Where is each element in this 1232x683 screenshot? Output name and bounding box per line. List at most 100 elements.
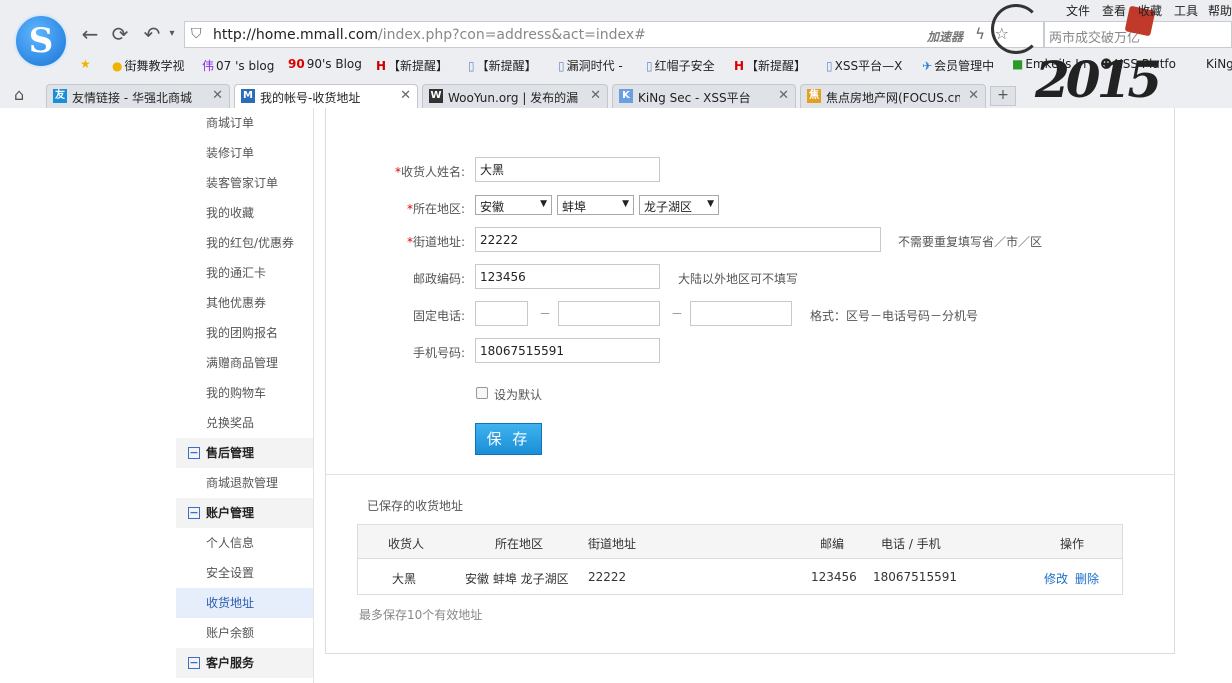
tab-favicon-icon: K: [619, 89, 633, 103]
street-label: *街道地址:: [406, 235, 465, 249]
mobile-input[interactable]: [475, 338, 660, 363]
extension-input[interactable]: [690, 301, 792, 326]
sidebar-item-other-coupons[interactable]: 其他优惠券: [176, 288, 313, 318]
phone-dash: －: [539, 307, 552, 321]
table-header: 收货人 所在地区 街道地址 邮编 电话 / 手机 操作: [358, 525, 1122, 559]
menu-favorites[interactable]: 收藏: [1138, 2, 1162, 19]
tab-close-icon[interactable]: ✕: [778, 88, 789, 103]
tab-strip: ⌂ 友 友情链接 - 华强北商城 ✕ M 我的帐号-收货地址 ✕ W WooYu…: [0, 82, 1232, 108]
sidebar-group-after-sales[interactable]: − 售后管理: [176, 438, 313, 468]
district-select[interactable]: 龙子湖区 ▼: [639, 195, 719, 215]
bookmark-item[interactable]: ▯ XSS平台—X: [826, 57, 902, 74]
bookmark-item[interactable]: ▯ 【新提醒】: [468, 57, 537, 74]
undo-dropdown-icon[interactable]: ▾: [160, 28, 184, 39]
tab-close-icon[interactable]: ✕: [400, 88, 411, 103]
street-input[interactable]: [475, 227, 881, 252]
default-checkbox[interactable]: [476, 387, 488, 399]
edit-link[interactable]: 修改: [1044, 570, 1068, 587]
city-select[interactable]: 蚌埠 ▼: [557, 195, 634, 215]
sidebar-item-butler-orders[interactable]: 装客管家订单: [176, 168, 313, 198]
tab-my-account-address[interactable]: M 我的帐号-收货地址 ✕: [234, 84, 418, 108]
home-icon[interactable]: ⌂: [14, 85, 24, 104]
menu-tools[interactable]: 工具: [1174, 2, 1198, 19]
form-row-phone: 固定电话: － － 格式：区号－电话号码－分机号: [326, 301, 1176, 327]
sidebar-item-coupons[interactable]: 我的红包/优惠券: [176, 228, 313, 258]
area-code-input[interactable]: [475, 301, 528, 326]
phone-number-input[interactable]: [558, 301, 660, 326]
sidebar-item-gift-products[interactable]: 满赠商品管理: [176, 348, 313, 378]
back-icon[interactable]: ←: [78, 22, 102, 46]
sidebar-item-tonghui-card[interactable]: 我的通汇卡: [176, 258, 313, 288]
tab-title: 焦点房地产网(FOCUS.cn: [826, 91, 960, 105]
tab-close-icon[interactable]: ✕: [212, 88, 223, 103]
bookmark-item[interactable]: 90 90's Blog: [288, 57, 362, 71]
zip-input[interactable]: [475, 264, 660, 289]
sidebar-group-label: 售后管理: [206, 446, 255, 460]
sidebar-group-service[interactable]: − 客户服务: [176, 648, 313, 678]
bookmark-item[interactable]: ☻ XSS Platfo: [1100, 57, 1176, 71]
tab-close-icon[interactable]: ✕: [590, 88, 601, 103]
bookmark-item[interactable]: ● 街舞教学视: [112, 57, 185, 74]
tab-favicon-icon: M: [241, 89, 255, 103]
accelerator-label[interactable]: 加速器: [927, 28, 963, 45]
bookmark-item[interactable]: ✈ 会员管理中: [922, 57, 994, 74]
collapse-icon[interactable]: −: [188, 447, 200, 459]
header-region: 所在地区: [495, 537, 544, 551]
bookmark-item[interactable]: ▯ 漏洞时代 -: [558, 57, 623, 74]
tab-friend-links[interactable]: 友 友情链接 - 华强北商城 ✕: [46, 84, 230, 108]
form-row-street: *街道地址: 不需要重复填写省／市／区: [326, 227, 1176, 253]
sidebar-item-mall-orders[interactable]: 商城订单: [176, 108, 313, 138]
sidebar-item-balance[interactable]: 账户余额: [176, 618, 313, 648]
tab-focus[interactable]: 焦 焦点房地产网(FOCUS.cn ✕: [800, 84, 986, 108]
sidebar-item-decoration-orders[interactable]: 装修订单: [176, 138, 313, 168]
collapse-icon[interactable]: −: [188, 657, 200, 669]
tab-title: WooYun.org | 发布的漏: [448, 91, 579, 105]
address-url[interactable]: http://home.mmall.com/index.php?con=addr…: [213, 27, 646, 43]
tab-close-icon[interactable]: ✕: [968, 88, 979, 103]
row-phone: 18067515591: [873, 570, 957, 584]
sidebar-item-security[interactable]: 安全设置: [176, 558, 313, 588]
menu-file[interactable]: 文件: [1066, 2, 1090, 19]
delete-link[interactable]: 删除: [1075, 570, 1099, 587]
form-row-mobile: 手机号码:: [326, 338, 1176, 364]
tab-favicon-icon: 友: [53, 89, 67, 103]
sidebar-group-account[interactable]: − 账户管理: [176, 498, 313, 528]
save-button[interactable]: 保 存: [475, 423, 542, 455]
sidebar-item-address[interactable]: 收货地址: [176, 588, 313, 618]
province-select[interactable]: 安徽 ▼: [475, 195, 552, 215]
bolt-icon[interactable]: ϟ: [975, 25, 985, 43]
sidebar-item-redeem[interactable]: 兑换奖品: [176, 408, 313, 438]
bookmark-item[interactable]: H 【新提醒】: [734, 57, 806, 74]
bookmark-item[interactable]: H 【新提醒】: [376, 57, 448, 74]
browser-chrome: S ← ⟳ ↶ ▾ ⛉ http://home.mmall.com/index.…: [0, 0, 1232, 109]
divider: [326, 474, 1174, 475]
bookmark-item[interactable]: ▯ 红帽子安全: [646, 57, 715, 74]
address-panel: *收货人姓名: *所在地区: 安徽 ▼ 蚌埠 ▼ 龙子湖区 ▼ *街道地址: 不需要重…: [325, 108, 1175, 654]
tab-wooyun[interactable]: W WooYun.org | 发布的漏 ✕: [422, 84, 608, 108]
chevron-down-icon: ▼: [622, 199, 629, 209]
refresh-icon[interactable]: ⟳: [108, 22, 132, 46]
bookmark-item[interactable]: 伟 07 's blog: [202, 57, 274, 74]
name-input[interactable]: [475, 157, 660, 182]
sidebar-item-refunds[interactable]: 商城退款管理: [176, 468, 313, 498]
sidebar-item-favorites[interactable]: 我的收藏: [176, 198, 313, 228]
default-checkbox-label[interactable]: 设为默认: [494, 386, 542, 403]
sidebar-item-profile[interactable]: 个人信息: [176, 528, 313, 558]
bookmark-item[interactable]: KiNg: [1206, 57, 1232, 71]
sidebar-group-label: 客户服务: [206, 656, 255, 670]
tab-king-sec[interactable]: K KiNg Sec - XSS平台 ✕: [612, 84, 796, 108]
collapse-icon[interactable]: −: [188, 507, 200, 519]
menu-view[interactable]: 查看: [1102, 2, 1126, 19]
bookmarks-bar: ★ ● 街舞教学视 伟 07 's blog 90 90's Blog H 【新提醒】 …: [0, 54, 1232, 78]
sidebar-group-label: 账户管理: [206, 506, 255, 520]
bookmark-item[interactable]: ■ Emkei's In: [1012, 57, 1086, 71]
new-tab-button[interactable]: +: [990, 86, 1016, 106]
menu-help[interactable]: 帮助: [1208, 2, 1232, 19]
phone-label: 固定电话:: [412, 309, 465, 323]
sidebar-item-group-buy[interactable]: 我的团购报名: [176, 318, 313, 348]
tab-title: KiNg Sec - XSS平台: [638, 91, 751, 105]
address-bar[interactable]: ⛉ http://home.mmall.com/index.php?con=ad…: [184, 21, 1044, 48]
bookmarks-star-icon[interactable]: ★: [80, 57, 93, 71]
tab-title: 我的帐号-收货地址: [260, 91, 361, 105]
sidebar-item-cart[interactable]: 我的购物车: [176, 378, 313, 408]
